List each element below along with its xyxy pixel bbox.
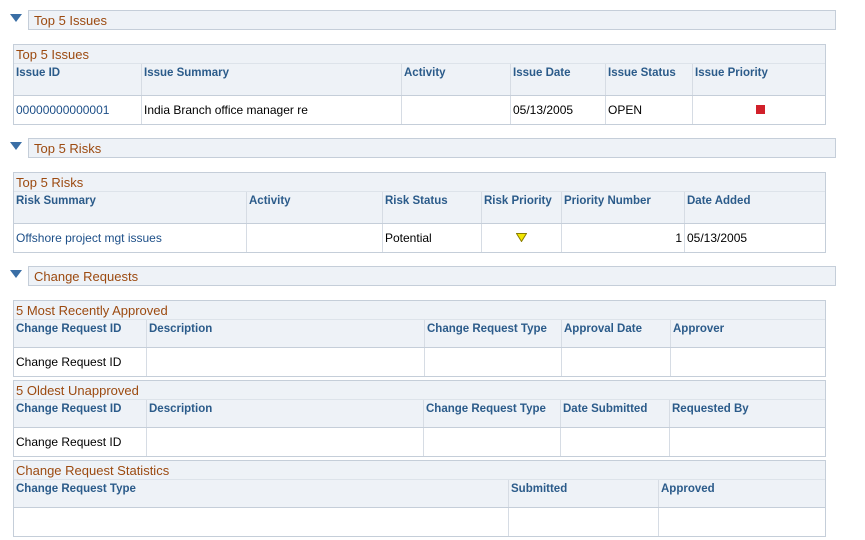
section-bar: Top 5 Issues — [28, 10, 836, 30]
column-header-change-request-type: Change Request Type — [16, 483, 136, 495]
activity-cell — [246, 224, 382, 252]
grid-title: Top 5 Issues — [14, 45, 825, 64]
table-row: Offshore project mgt issues Potential 1 … — [14, 224, 825, 252]
table-row — [14, 508, 825, 536]
grid-title: 5 Oldest Unapproved — [14, 381, 825, 400]
approved-cell — [658, 508, 827, 536]
table-row: Change Request ID — [14, 348, 825, 376]
column-header-change-request-id: Change Request ID — [16, 323, 122, 335]
issue-id-link-text[interactable]: 00000000000001 — [16, 103, 109, 117]
column-header-date-added: Date Added — [684, 192, 827, 223]
column-header-risk-summary: Risk Summary — [16, 195, 96, 207]
column-header-requested-by: Requested By — [669, 400, 827, 427]
change-request-type-cell — [423, 428, 560, 456]
date-added-cell: 05/13/2005 — [684, 224, 827, 252]
description-cell — [146, 428, 423, 456]
risk-summary-link-text[interactable]: Offshore project mgt issues — [16, 231, 162, 245]
grid-header-row: Change Request ID Description Change Req… — [14, 320, 825, 348]
change-request-id-cell: Change Request ID — [16, 355, 122, 369]
approval-date-cell — [561, 348, 670, 376]
collapse-triangle-icon[interactable] — [10, 14, 22, 24]
collapse-triangle-icon[interactable] — [10, 142, 22, 152]
issue-status-cell: OPEN — [605, 96, 692, 124]
table-row: 00000000000001 India Branch office manag… — [14, 96, 825, 124]
collapse-triangle-icon[interactable] — [10, 270, 22, 280]
red-square-icon — [755, 105, 765, 114]
risk-priority-cell — [481, 224, 561, 252]
section-header-top-risks: Top 5 Risks — [10, 138, 836, 158]
column-header-change-request-type: Change Request Type — [424, 320, 561, 347]
requested-by-cell — [669, 428, 827, 456]
column-header-risk-status: Risk Status — [382, 192, 481, 223]
issue-date-cell: 05/13/2005 — [510, 96, 605, 124]
column-header-change-request-id: Change Request ID — [16, 403, 122, 415]
section-header-change-requests: Change Requests — [10, 266, 836, 286]
issue-priority-cell — [692, 96, 827, 124]
column-header-issue-priority: Issue Priority — [692, 64, 827, 95]
column-header-description: Description — [146, 400, 423, 427]
column-header-activity: Activity — [246, 192, 382, 223]
change-request-type-cell — [14, 508, 508, 536]
grid-header-row: Risk Summary Activity Risk Status Risk P… — [14, 192, 825, 224]
column-header-approval-date: Approval Date — [561, 320, 670, 347]
column-header-issue-id: Issue ID — [16, 67, 61, 79]
issue-id-link[interactable]: 00000000000001 — [14, 96, 141, 124]
column-header-issue-summary: Issue Summary — [141, 64, 401, 95]
table-row: Change Request ID — [14, 428, 825, 456]
section-header-top-issues: Top 5 Issues — [10, 10, 836, 30]
section-bar: Change Requests — [28, 266, 836, 286]
unapproved-grid: 5 Oldest Unapproved Change Request ID De… — [13, 380, 826, 457]
issues-grid: Top 5 Issues Issue ID Issue Summary Acti… — [13, 44, 826, 125]
approved-grid: 5 Most Recently Approved Change Request … — [13, 300, 826, 377]
section-title: Change Requests — [34, 269, 139, 284]
grid-header-row: Change Request ID Description Change Req… — [14, 400, 825, 428]
risks-grid: Top 5 Risks Risk Summary Activity Risk S… — [13, 172, 826, 253]
grid-title: 5 Most Recently Approved — [14, 301, 825, 320]
section-bar: Top 5 Risks — [28, 138, 836, 158]
issue-summary-cell: India Branch office manager re — [141, 96, 401, 124]
risk-summary-link[interactable]: Offshore project mgt issues — [14, 224, 246, 252]
statistics-grid: Change Request Statistics Change Request… — [13, 460, 826, 537]
column-header-approved: Approved — [658, 480, 827, 507]
risk-status-cell: Potential — [382, 224, 481, 252]
approver-cell — [670, 348, 827, 376]
description-cell — [146, 348, 424, 376]
column-header-issue-status: Issue Status — [605, 64, 692, 95]
change-request-id-cell: Change Request ID — [16, 435, 122, 449]
section-title: Top 5 Risks — [34, 141, 102, 156]
yellow-triangle-icon — [515, 233, 528, 243]
grid-title: Top 5 Risks — [14, 173, 825, 192]
grid-title: Change Request Statistics — [14, 461, 825, 480]
column-header-date-submitted: Date Submitted — [560, 400, 669, 427]
column-header-activity: Activity — [401, 64, 510, 95]
column-header-issue-date: Issue Date — [510, 64, 605, 95]
grid-header-row: Change Request Type Submitted Approved — [14, 480, 825, 508]
column-header-change-request-type: Change Request Type — [423, 400, 560, 427]
column-header-priority-number: Priority Number — [561, 192, 684, 223]
column-header-approver: Approver — [670, 320, 827, 347]
submitted-cell — [508, 508, 658, 536]
section-title: Top 5 Issues — [34, 13, 107, 28]
priority-number-cell: 1 — [561, 224, 684, 252]
activity-cell — [401, 96, 510, 124]
grid-header-row: Issue ID Issue Summary Activity Issue Da… — [14, 64, 825, 96]
column-header-submitted: Submitted — [508, 480, 658, 507]
date-submitted-cell — [560, 428, 669, 456]
column-header-risk-priority: Risk Priority — [481, 192, 561, 223]
change-request-type-cell — [424, 348, 561, 376]
column-header-description: Description — [146, 320, 424, 347]
